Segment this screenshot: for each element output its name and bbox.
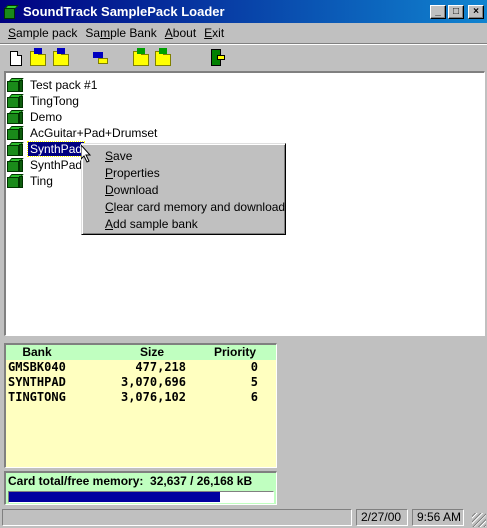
card-memory-label: Card total/free memory: [8,474,144,488]
new-button[interactable] [5,47,27,69]
sample-pack-icon [6,109,24,125]
app-cube-icon [3,4,19,20]
maximize-button[interactable]: □ [448,4,464,19]
memory-usage-fill [9,492,221,502]
context-item-save[interactable]: Save [82,148,285,165]
tree-item-label: SynthPad [26,141,86,157]
open-folder-icon [30,47,46,66]
maximize-icon: □ [452,5,460,17]
tree-item[interactable]: TingTong [6,93,81,109]
new-document-icon [10,50,22,66]
tree-item-label: AcGuitar+Pad+Drumset [30,126,158,140]
context-item-properties[interactable]: Properties [82,165,285,182]
bank-table[interactable]: Bank Size Priority GMSBK040 477,218 0 SY… [4,343,277,468]
table-row[interactable]: GMSBK040 477,218 0 [6,360,276,375]
status-message [2,509,352,526]
bank-name-cell: TINGTONG [8,390,66,404]
save-pack-button[interactable] [50,47,72,69]
bank-folder-icon [133,47,149,66]
tree-item-label: TingTong [30,94,79,108]
column-header-size[interactable]: Size [68,345,166,360]
menu-about[interactable]: About [161,26,200,40]
title-bar: SoundTrack SamplePack Loader _ □ × [0,0,487,23]
context-item-download[interactable]: Download [82,182,285,199]
bank-save-button[interactable] [152,47,174,69]
sample-pack-icon [6,141,24,157]
menu-sample-pack[interactable]: Sample pack [4,26,81,40]
bank-name-cell: GMSBK040 [8,360,66,374]
window-title: SoundTrack SamplePack Loader [23,4,225,19]
card-memory-panel: Card total/free memory: 32,637 / 26,168 … [4,471,277,505]
minimize-icon: _ [435,5,441,17]
context-item-add-sample-bank[interactable]: Add sample bank [82,216,285,233]
minimize-button[interactable]: _ [430,4,446,19]
toolbar [0,43,487,71]
tree-item[interactable]: Ting [6,173,55,189]
context-menu: Save Properties Download Clear card memo… [81,143,286,235]
tree-item-selected[interactable]: SynthPad [6,141,86,157]
card-memory-value: 32,637 / 26,168 kB [150,474,253,488]
sample-pack-icon [6,173,24,189]
open-button[interactable] [27,47,49,69]
save-folder-icon [53,47,69,66]
status-bar: 2/27/00 9:56 AM [0,507,487,528]
sample-pack-icon [6,157,24,173]
status-date: 2/27/00 [356,509,408,526]
memory-usage-bar [8,491,274,503]
tree-item[interactable]: AcGuitar+Pad+Drumset [6,125,159,141]
exit-button[interactable] [206,47,228,69]
context-item-clear-and-download[interactable]: Clear card memory and download [82,199,285,216]
bank-size-cell: 3,076,102 [120,390,186,404]
table-row[interactable]: SYNTHPAD 3,070,696 5 [6,375,276,390]
sample-pack-icon [6,125,24,141]
tree-item-label: Demo [30,110,63,124]
bank-table-header: Bank Size Priority [6,345,276,360]
tree-item[interactable]: Test pack #1 [6,77,99,93]
tree-item-label: Test pack #1 [30,78,98,92]
bank-save-icon [155,47,171,66]
resize-grip[interactable] [472,513,486,527]
bank-priority-cell: 6 [250,390,258,404]
card-memory-readout: Card total/free memory: 32,637 / 26,168 … [6,473,276,489]
bank-size-cell: 477,218 [135,360,186,374]
bank-priority-cell: 0 [250,360,258,374]
bank-open-button[interactable] [130,47,152,69]
column-header-bank[interactable]: Bank [6,345,68,360]
table-row[interactable]: TINGTONG 3,076,102 6 [6,390,276,405]
close-button[interactable]: × [468,4,484,19]
sample-pack-icon [6,93,24,109]
mouse-pointer-icon [81,145,92,163]
sample-pack-icon [6,77,24,93]
status-time: 9:56 AM [412,509,464,526]
transfer-icon [93,50,109,66]
column-header-priority[interactable]: Priority [166,345,274,360]
transfer-button[interactable] [90,47,112,69]
bank-priority-cell: 5 [250,375,258,389]
menu-exit[interactable]: Exit [200,26,228,40]
menu-bar: Sample pack Sample Bank About Exit [0,23,487,42]
bank-name-cell: SYNTHPAD [8,375,66,389]
tree-item[interactable]: Demo [6,109,64,125]
close-icon: × [473,5,479,17]
exit-door-icon [209,49,225,67]
tree-item-label: Ting [30,174,53,188]
menu-sample-bank[interactable]: Sample Bank [81,26,160,40]
bank-size-cell: 3,070,696 [120,375,186,389]
